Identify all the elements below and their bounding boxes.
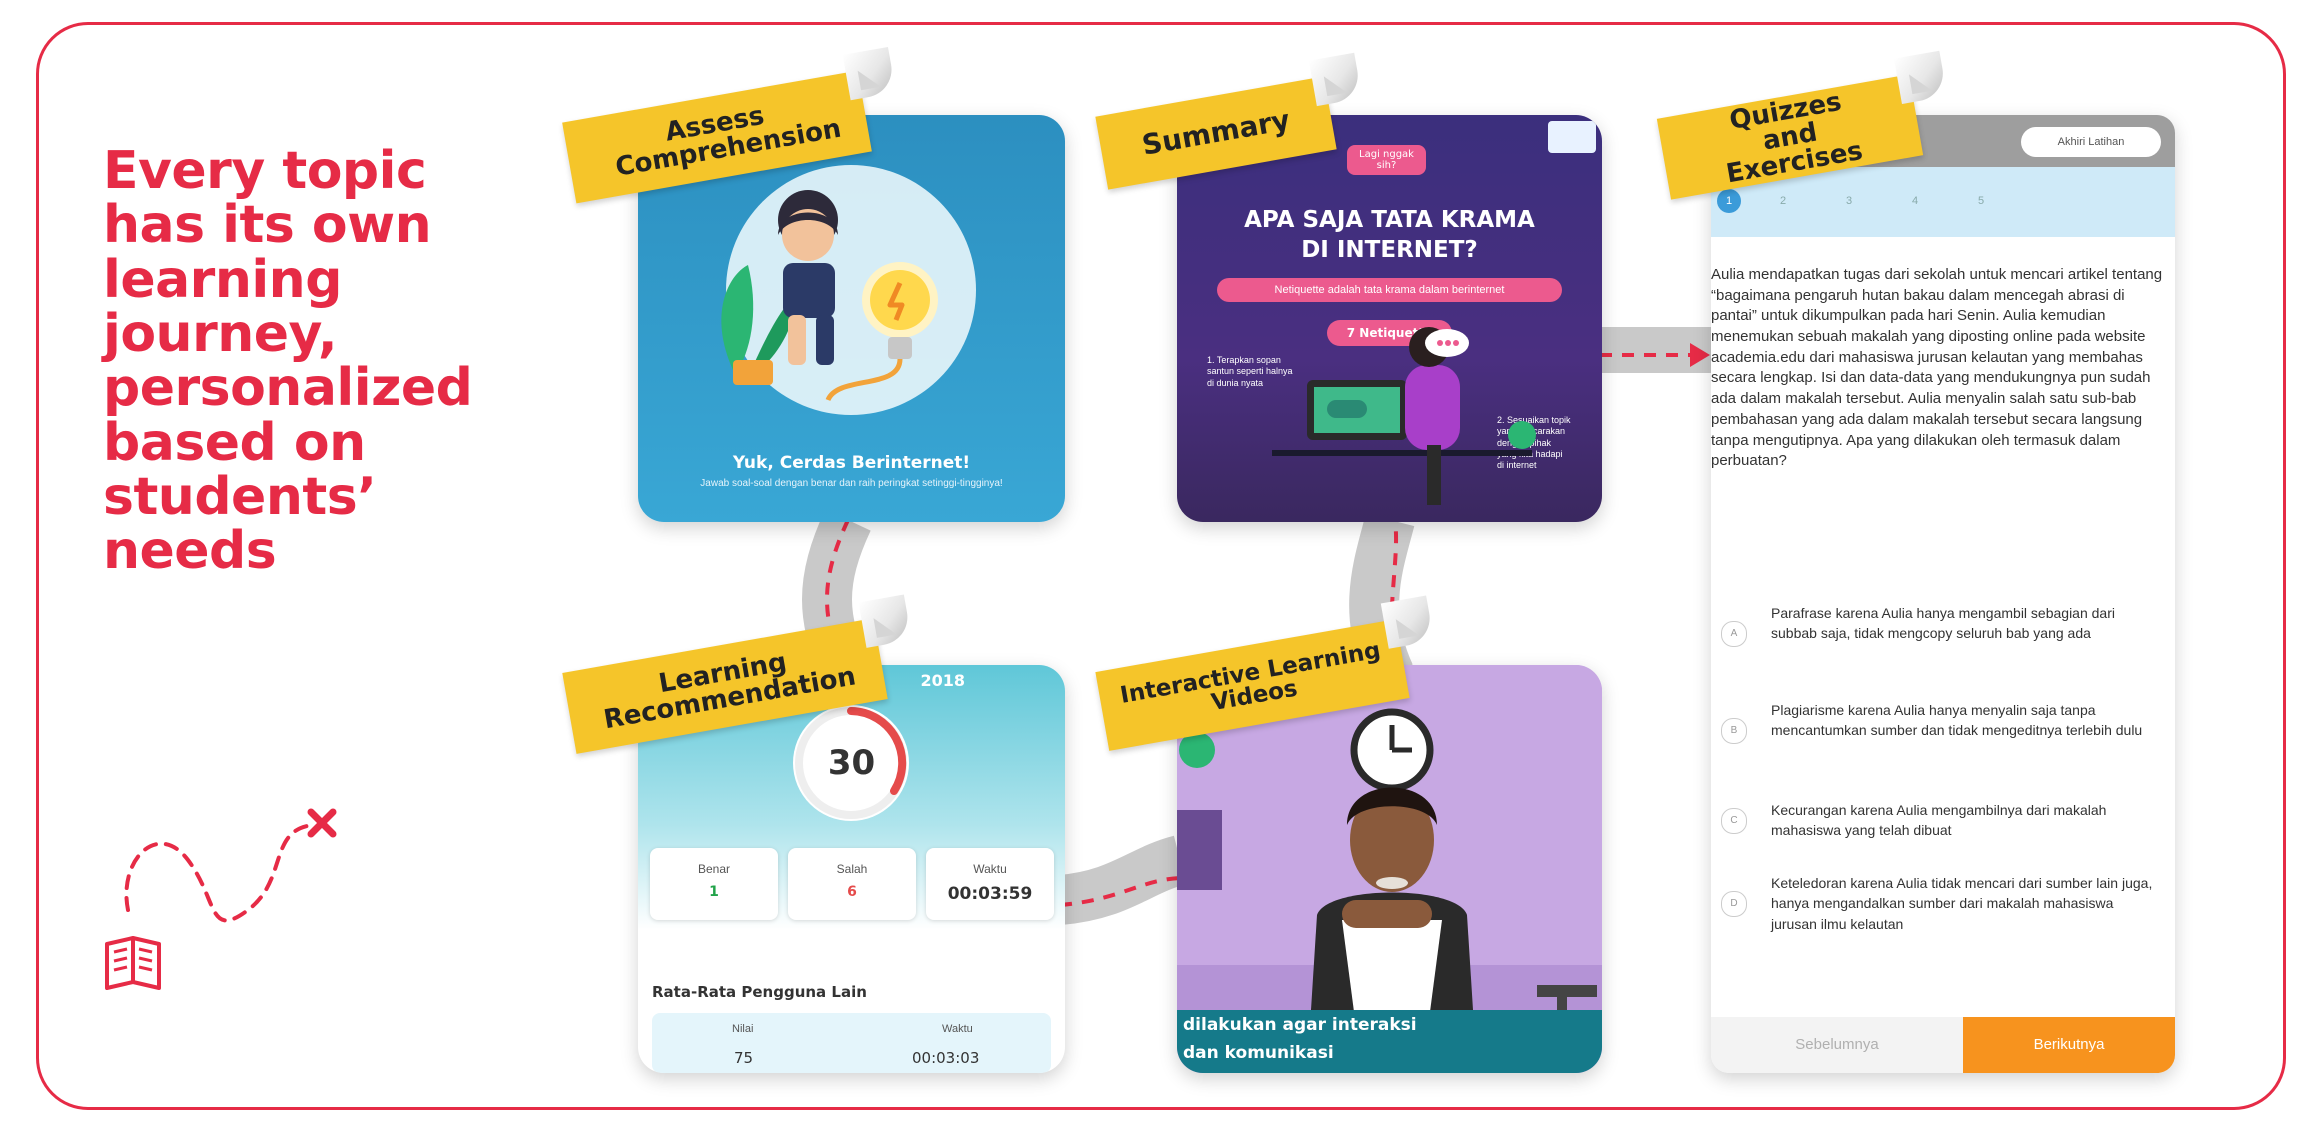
previous-button[interactable]: Sebelumnya bbox=[1711, 1017, 1963, 1073]
summary-card[interactable]: Lagi nggak sih? APA SAJA TATA KRAMA DI I… bbox=[1177, 115, 1602, 522]
option-c[interactable]: C Kecurangan karena Aulia mengambilnya d… bbox=[1721, 800, 2161, 841]
video-caption-line2: dan komunikasi bbox=[1183, 1043, 1334, 1063]
summary-illustration bbox=[1272, 327, 1536, 505]
option-letter: B bbox=[1721, 718, 1747, 744]
option-letter: C bbox=[1721, 808, 1747, 834]
question-number-3[interactable]: 3 bbox=[1837, 189, 1861, 213]
option-d[interactable]: D Keteledoran karena Aulia tidak mencari… bbox=[1721, 873, 2161, 934]
stat-label: Benar bbox=[697, 862, 731, 876]
video-caption-line1: dilakukan agar interaksi bbox=[1183, 1015, 1417, 1035]
others-header-waktu: Waktu bbox=[942, 1023, 973, 1035]
option-b[interactable]: B Plagiarisme karena Aulia hanya menyali… bbox=[1721, 700, 2161, 744]
question-text: Aulia mendapatkan tugas dari sekolah unt… bbox=[1711, 266, 2163, 470]
stat-value: 1 bbox=[709, 884, 719, 900]
stat-box-waktu: Waktu 00:03:59 bbox=[926, 848, 1054, 920]
option-text: Parafrase karena Aulia hanya mengambil s… bbox=[1771, 605, 2115, 642]
option-text: Keteledoran karena Aulia tidak mencari d… bbox=[1771, 875, 2153, 932]
stat-label: Waktu bbox=[973, 862, 1007, 876]
stat-box-salah: Salah 6 bbox=[788, 848, 916, 920]
tag-label: Summary bbox=[1139, 103, 1293, 162]
option-a[interactable]: A Parafrase karena Aulia hanya mengambil… bbox=[1721, 603, 2161, 647]
stat-box-benar: Benar 1 bbox=[650, 848, 778, 920]
next-button[interactable]: Berikutnya bbox=[1963, 1017, 2175, 1073]
option-text: Plagiarisme karena Aulia hanya menyalin … bbox=[1771, 702, 2143, 739]
assess-subtitle: Jawab soal-soal dengan benar dan raih pe… bbox=[700, 478, 1003, 489]
others-value-waktu: 00:03:03 bbox=[912, 1049, 980, 1067]
option-letter: D bbox=[1721, 891, 1747, 917]
others-table: Nilai Waktu 75 00:03:03 bbox=[652, 1013, 1051, 1073]
question-number-2[interactable]: 2 bbox=[1771, 189, 1795, 213]
road-segment-2 bbox=[1057, 835, 1187, 925]
others-value-nilai: 75 bbox=[734, 1049, 754, 1067]
question-number-1[interactable]: 1 bbox=[1717, 189, 1741, 213]
stat-value: 6 bbox=[847, 884, 857, 900]
stat-label: Salah bbox=[836, 862, 868, 876]
others-header-nilai: Nilai bbox=[732, 1023, 754, 1035]
summary-logo bbox=[1548, 121, 1596, 153]
score-value: 30 bbox=[827, 743, 876, 783]
quiz-card[interactable]: Akhiri Latihan 1 2 3 4 5 Aulia mendapatk… bbox=[1711, 115, 2175, 1073]
assess-title: Yuk, Cerdas Berinternet! bbox=[732, 453, 971, 473]
question-number-5[interactable]: 5 bbox=[1969, 189, 1993, 213]
question-number-4[interactable]: 4 bbox=[1903, 189, 1927, 213]
option-letter: A bbox=[1721, 621, 1747, 647]
others-title: Rata-Rata Pengguna Lain bbox=[652, 983, 867, 1001]
end-practice-button[interactable]: Akhiri Latihan bbox=[2021, 127, 2161, 157]
stat-value: 00:03:59 bbox=[947, 884, 1033, 904]
option-text: Kecurangan karena Aulia mengambilnya dar… bbox=[1771, 802, 2107, 839]
